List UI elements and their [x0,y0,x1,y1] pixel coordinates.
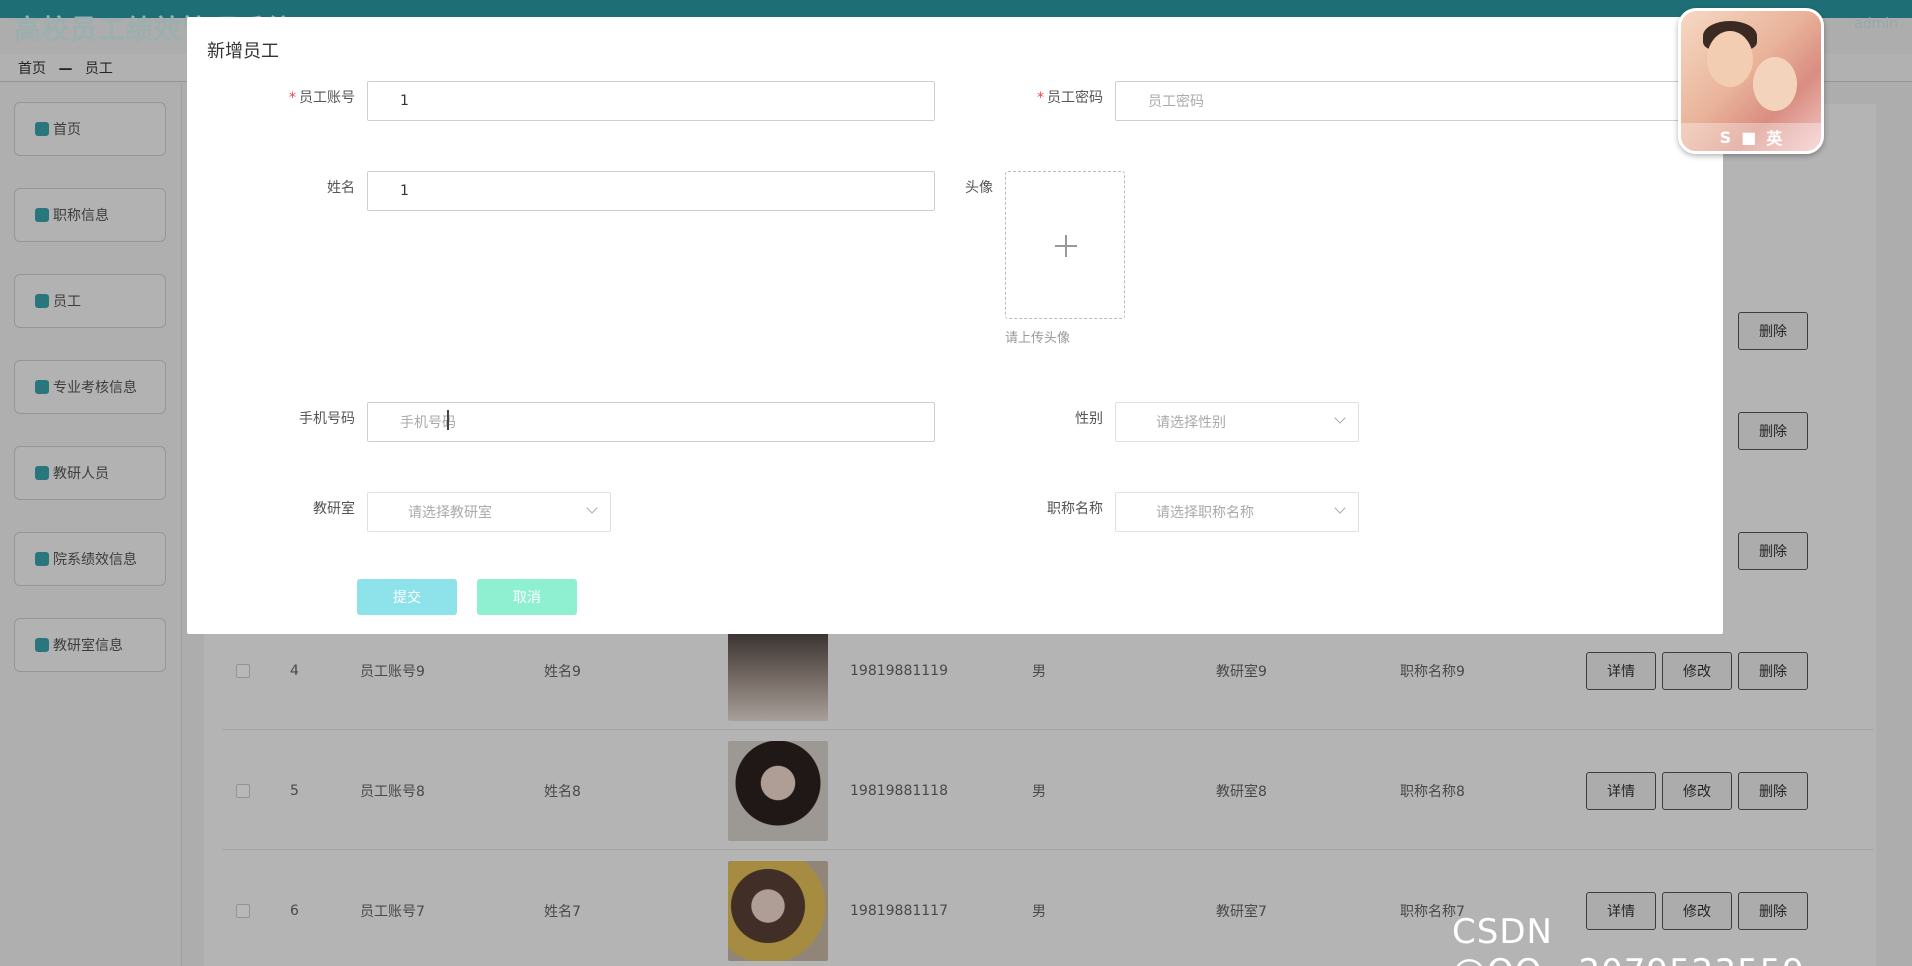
ad-badge: 英 [1766,129,1783,148]
ad-figure [1753,57,1797,111]
ad-figure [1707,31,1753,87]
office-label: 教研室 [313,501,355,517]
avatar-upload[interactable] [1005,171,1125,319]
office-select[interactable]: 请选择教研室 [367,492,611,532]
chevron-down-icon [586,502,598,514]
floating-ad[interactable]: S ■ 英 [1678,8,1824,154]
chevron-down-icon [1334,412,1346,424]
account-input[interactable]: 1 [367,81,935,121]
name-label: 姓名 [327,180,355,196]
required-mark: * [1037,90,1044,106]
required-mark: * [289,90,296,106]
plus-icon-vertical [1065,235,1067,257]
password-label: * 员工密码 [983,87,1103,107]
account-label: * 员工账号 [235,87,355,107]
avatar-upload-tip: 请上传头像 [1005,331,1071,346]
account-label-text: 员工账号 [299,90,355,106]
add-staff-dialog: 新增员工 * 员工账号 1 * 员工密码 员工密码 姓名 1 头像 请上传头像 手机… [187,17,1723,634]
watermark: CSDN @QQ__2079523559 [1452,912,1804,966]
shirt-icon: ■ [1741,127,1757,147]
name-input[interactable]: 1 [367,171,935,211]
ad-badges: S ■ 英 [1681,123,1821,151]
cancel-button[interactable]: 取消 [477,579,577,615]
title-select[interactable]: 请选择职称名称 [1115,492,1359,532]
password-input[interactable]: 员工密码 [1115,81,1685,121]
office-select-placeholder: 请选择教研室 [408,505,492,521]
gender-label: 性别 [1075,411,1103,427]
submit-button[interactable]: 提交 [357,579,457,615]
avatar-label: 头像 [965,180,993,196]
title-label: 职称名称 [1047,501,1103,517]
text-cursor-icon [447,410,449,430]
password-label-text: 员工密码 [1047,90,1103,106]
dialog-title: 新增员工 [207,41,279,62]
title-select-placeholder: 请选择职称名称 [1156,505,1254,521]
ad-badge: S [1719,127,1732,147]
phone-label: 手机号码 [299,411,355,427]
gender-select-placeholder: 请选择性别 [1156,415,1226,431]
chevron-down-icon [1334,502,1346,514]
phone-input[interactable]: 手机号码 [367,402,935,442]
gender-select[interactable]: 请选择性别 [1115,402,1359,442]
